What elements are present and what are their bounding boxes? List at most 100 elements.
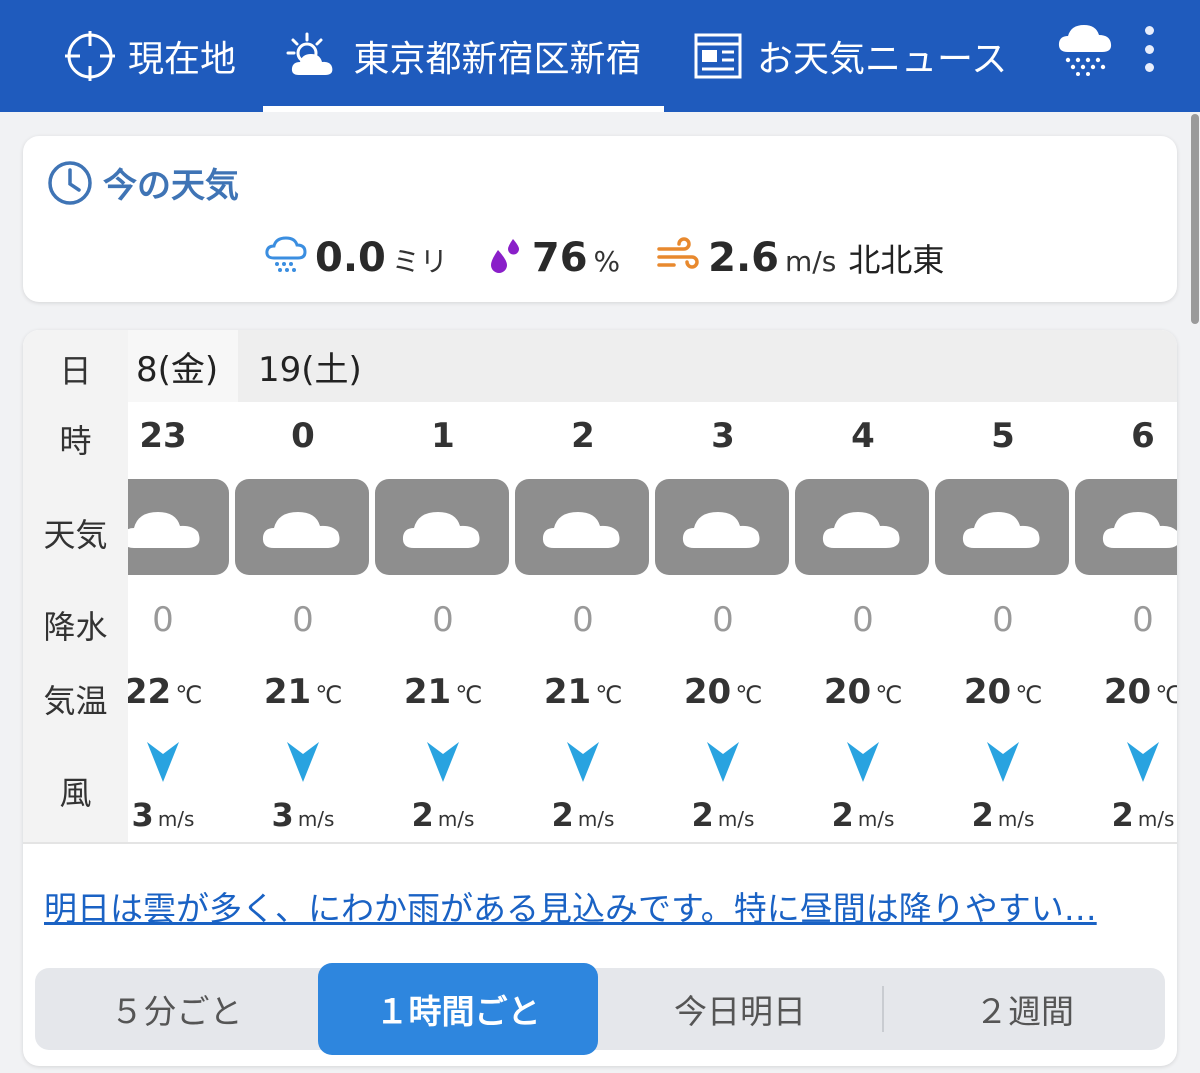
- temp-value: 21: [263, 672, 312, 712]
- weather-cell: [1075, 479, 1177, 575]
- hour-label: 5: [991, 416, 1015, 456]
- cloudy-icon: [128, 498, 204, 556]
- weather-cell: [795, 479, 929, 575]
- hour-label: 23: [139, 416, 187, 456]
- temp-unit: ℃: [735, 681, 763, 709]
- rain-cloud-icon: [1058, 25, 1112, 76]
- hour-label: 1: [431, 416, 455, 456]
- newspaper-icon: [693, 30, 745, 82]
- hour-label: 4: [851, 416, 875, 456]
- cloudy-icon: [260, 498, 344, 556]
- wind-direction-arrow-icon: [283, 740, 323, 784]
- temp-unit: ℃: [1015, 681, 1043, 709]
- scrollbar-thumb[interactable]: [1191, 114, 1199, 324]
- precip-value: 0: [852, 600, 874, 640]
- cloudy-icon: [400, 498, 484, 556]
- rain-cloud-icon: [265, 236, 307, 280]
- hour-column: 0 0 21 ℃ 3 m/s: [233, 402, 373, 842]
- hour-column: 23 0 22 ℃ 3 m/s: [128, 402, 233, 842]
- humidity-unit: %: [593, 245, 621, 278]
- weather-cell: [935, 479, 1069, 575]
- divider: [23, 842, 1177, 844]
- current-weather-stats: 0.0 ミリ 76 % 2.6 m/s 北北東: [265, 228, 980, 288]
- wind-unit: m/s: [785, 245, 837, 278]
- segment-5min[interactable]: ５分ごと: [35, 968, 318, 1050]
- hour-column: 2 0 21 ℃ 2 m/s: [513, 402, 653, 842]
- row-label-wind: 風: [59, 774, 92, 812]
- tab-weather-news[interactable]: お天気ニュース: [693, 0, 1013, 112]
- temp-value: 22: [128, 672, 172, 712]
- temperature: 21 ℃: [233, 672, 373, 712]
- wind-direction-arrow-icon: [423, 740, 463, 784]
- weather-cell: [375, 479, 509, 575]
- precip-value: 0: [572, 600, 594, 640]
- wind-unit: m/s: [1137, 807, 1175, 831]
- wind-unit: m/s: [437, 807, 475, 831]
- cloudy-icon: [960, 498, 1044, 556]
- cloudy-icon: [820, 498, 904, 556]
- interval-segmented-control: ５分ごと １時間ごと 今日明日 ２週間: [35, 963, 1165, 1055]
- precip-unit: ミリ: [391, 245, 448, 278]
- wind-direction-arrow-icon: [563, 740, 603, 784]
- humidity-value: 76: [531, 235, 588, 281]
- wind-direction-arrow-icon: [843, 740, 883, 784]
- tab-label: 現在地: [128, 39, 237, 80]
- row-label-day: 日: [59, 352, 92, 390]
- more-options-button[interactable]: [1135, 26, 1163, 72]
- day-cell: 19(土): [258, 349, 362, 390]
- wind-speed: 3 m/s: [128, 796, 233, 834]
- wind-speed: 2 m/s: [653, 796, 793, 834]
- wind-unit: m/s: [297, 807, 335, 831]
- wind-unit: m/s: [577, 807, 615, 831]
- wind-speed: 2 m/s: [513, 796, 653, 834]
- row-label-column: 日 時 天気 降水 気温 風: [23, 330, 128, 842]
- hour-column: 3 0 20 ℃ 2 m/s: [653, 402, 793, 842]
- temperature: 20 ℃: [793, 672, 933, 712]
- temp-value: 20: [823, 672, 872, 712]
- precip-value: 0: [432, 600, 454, 640]
- hour-column: 1 0 21 ℃ 2 m/s: [373, 402, 513, 842]
- rain-radar-button[interactable]: [1056, 20, 1114, 76]
- temp-unit: ℃: [315, 681, 343, 709]
- wind-value: 2: [411, 796, 434, 834]
- hourly-forecast-card: 日 時 天気 降水 気温 風 8(金) 19(土) 23 0 22 ℃ 3 m/s 0 0 21…: [23, 330, 1177, 1066]
- temp-value: 20: [1103, 672, 1152, 712]
- precip-value: 0.0: [315, 235, 386, 281]
- cloudy-icon: [540, 498, 624, 556]
- hour-column: 5 0 20 ℃ 2 m/s: [933, 402, 1073, 842]
- current-precipitation: 0.0 ミリ: [265, 235, 448, 281]
- wind-speed: 2 m/s: [1073, 796, 1177, 834]
- wind-unit: m/s: [997, 807, 1035, 831]
- hour-label: 3: [711, 416, 735, 456]
- precip-value: 0: [712, 600, 734, 640]
- hour-column: 6 0 20 ℃ 2 m/s: [1073, 402, 1177, 842]
- wind-value: 2.6: [708, 235, 780, 281]
- wind-unit: m/s: [857, 807, 895, 831]
- temperature: 21 ℃: [373, 672, 513, 712]
- more-vert-icon: [1144, 26, 1154, 35]
- day-cell: 8(金): [128, 330, 238, 402]
- day-row: 8(金) 19(土): [128, 330, 1177, 402]
- hourly-grid[interactable]: 23 0 22 ℃ 3 m/s 0 0 21 ℃ 3 m/s 1 0 21 ℃ 2 m/s 2 0 21 ℃ 2 m/s 3 0 2…: [128, 402, 1177, 842]
- temp-unit: ℃: [1155, 681, 1177, 709]
- segment-2weeks[interactable]: ２週間: [884, 968, 1165, 1050]
- temp-unit: ℃: [175, 681, 203, 709]
- tab-label: 東京都新宿区新宿: [353, 39, 642, 80]
- weather-cell: [515, 479, 649, 575]
- wind-value: 2: [551, 796, 574, 834]
- row-label-precip: 降水: [43, 608, 108, 646]
- segment-1hour[interactable]: １時間ごと: [318, 963, 598, 1055]
- temp-unit: ℃: [455, 681, 483, 709]
- tab-city[interactable]: 東京都新宿区新宿: [263, 0, 664, 112]
- wind-icon: [656, 237, 700, 279]
- scrollbar[interactable]: [1188, 112, 1200, 1073]
- top-app-bar: 現在地 東京都新宿区新宿 お天気ニュース: [0, 0, 1200, 112]
- wind-speed: 2 m/s: [373, 796, 513, 834]
- segment-today-tomorrow[interactable]: 今日明日: [598, 968, 882, 1050]
- tab-current-location[interactable]: 現在地: [64, 0, 254, 112]
- crosshair-icon: [64, 30, 116, 82]
- weather-cell: [655, 479, 789, 575]
- clock-icon: [48, 160, 92, 205]
- forecast-summary-link[interactable]: 明日は雲が多く、にわか雨がある見込みです。特に昼間は降りやすい…: [44, 882, 1154, 930]
- wind-unit: m/s: [717, 807, 755, 831]
